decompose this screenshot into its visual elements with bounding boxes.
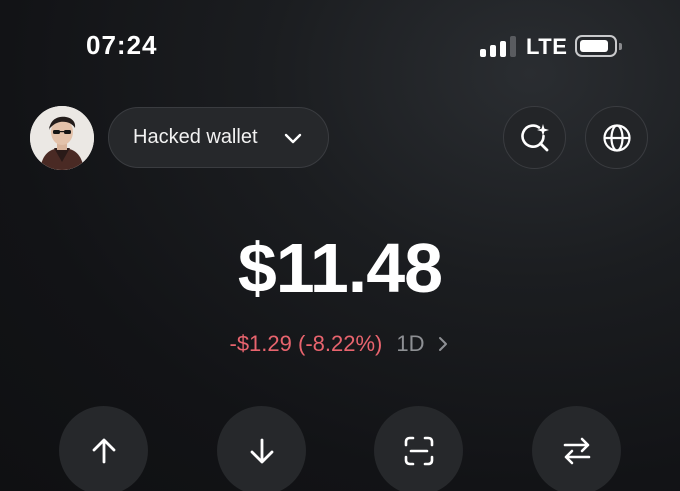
wallet-home-screen: 07:24 LTE Hacked wallet $11.48 -$1.29 (-… [0, 0, 680, 491]
wallet-name: Hacked wallet [133, 126, 258, 148]
network-type: LTE [526, 34, 568, 59]
balance-change: -$1.29 (-8.22%) [229, 331, 383, 356]
swap-button[interactable] [532, 406, 621, 491]
avatar[interactable] [30, 106, 94, 170]
avatar-illustration-icon [30, 106, 94, 170]
search-button[interactable] [503, 106, 566, 169]
balance-amount: $11.48 [237, 229, 443, 307]
chevron-down-icon [284, 133, 302, 144]
status-time: 07:24 [86, 30, 158, 60]
chevron-right-icon [439, 337, 448, 351]
scan-icon [404, 436, 433, 465]
search-sparkle-icon [520, 123, 549, 151]
wallet-selector[interactable]: Hacked wallet [108, 107, 329, 168]
globe-icon [602, 123, 631, 152]
battery-icon [575, 35, 622, 57]
signal-icon [480, 35, 516, 57]
arrow-up-icon [92, 438, 115, 463]
period-label: 1D [396, 331, 425, 356]
arrow-down-icon [250, 438, 273, 463]
receive-button[interactable] [217, 406, 306, 491]
swap-icon [563, 437, 590, 464]
send-button[interactable] [59, 406, 148, 491]
balance-change-row[interactable]: -$1.29 (-8.22%) 1D [0, 331, 680, 357]
scan-button[interactable] [374, 406, 463, 491]
browser-button[interactable] [585, 106, 648, 169]
status-bar: 07:24 LTE [0, 0, 680, 92]
